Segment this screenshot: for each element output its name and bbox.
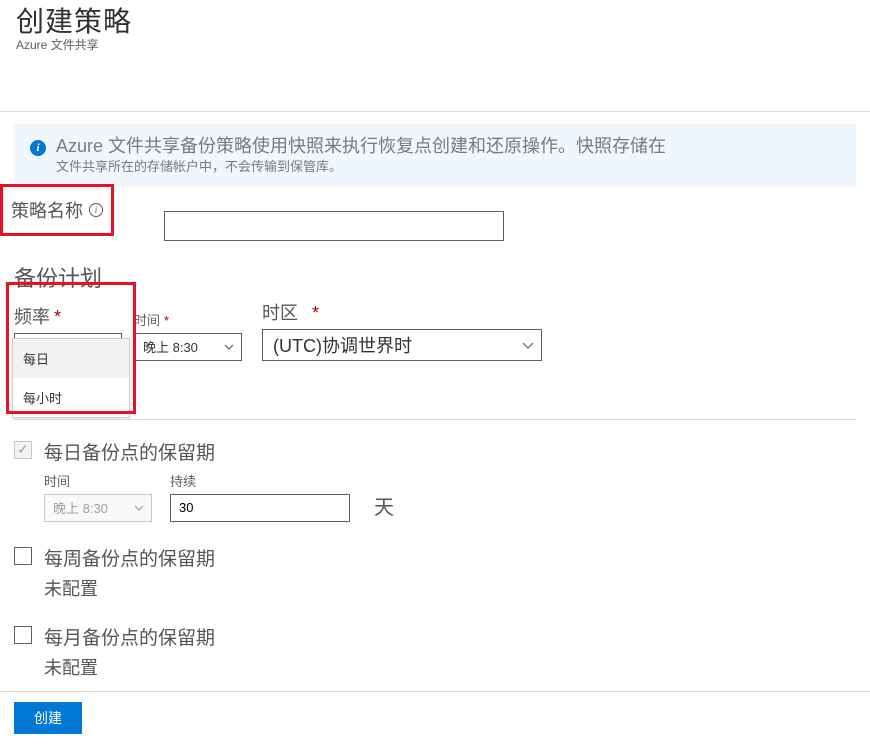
weekly-retention-checkbox[interactable] (14, 547, 32, 565)
frequency-label: 频率* (14, 303, 122, 329)
daily-retention-checkbox (14, 441, 32, 459)
backup-schedule-title: 备份计划 (14, 261, 856, 293)
info-text-line1: Azure 文件共享备份策略使用快照来执行恢复点创建和还原操作。快照存储在 (56, 136, 666, 158)
page-title: 创建策略 (16, 0, 854, 40)
create-button[interactable]: 创建 (14, 702, 82, 734)
frequency-option-hourly[interactable]: 每小时 (13, 378, 129, 417)
info-text-line2: 文件共享所在的存储帐户中，不会传输到保管库。 (56, 156, 666, 175)
weekly-retention-title: 每周备份点的保留期 (44, 544, 856, 571)
policy-name-highlight: 策略名称 i (0, 184, 114, 236)
time-label: 时间* (134, 310, 242, 329)
time-select[interactable]: 晚上 8:30 (134, 333, 242, 361)
daily-time-label: 时间 (44, 471, 152, 490)
info-banner: i Azure 文件共享备份策略使用快照来执行恢复点创建和还原操作。快照存储在 … (14, 124, 856, 187)
frequency-option-daily[interactable]: 每日 (13, 339, 129, 378)
monthly-retention-status: 未配置 (44, 654, 856, 680)
monthly-retention-title: 每月备份点的保留期 (44, 623, 856, 650)
duration-label: 持续 (170, 471, 350, 490)
duration-input[interactable] (170, 494, 350, 522)
page-subtitle: Azure 文件共享 (16, 36, 854, 53)
chevron-down-icon (223, 341, 235, 353)
policy-name-input[interactable] (164, 211, 504, 241)
weekly-retention-status: 未配置 (44, 575, 856, 601)
daily-retention-title: 每日备份点的保留期 (44, 438, 856, 465)
info-icon: i (30, 140, 46, 156)
policy-name-label: 策略名称 i (11, 197, 103, 223)
frequency-dropdown: 每日 每小时 (12, 338, 130, 418)
monthly-retention-checkbox[interactable] (14, 626, 32, 644)
chevron-down-icon (133, 502, 145, 514)
timezone-label: 时区* (262, 299, 542, 325)
chevron-down-icon (521, 338, 535, 352)
info-icon[interactable]: i (89, 203, 103, 217)
duration-unit: 天 (374, 491, 394, 522)
daily-time-select: 晚上 8:30 (44, 494, 152, 522)
timezone-select[interactable]: (UTC)协调世界时 (262, 329, 542, 361)
